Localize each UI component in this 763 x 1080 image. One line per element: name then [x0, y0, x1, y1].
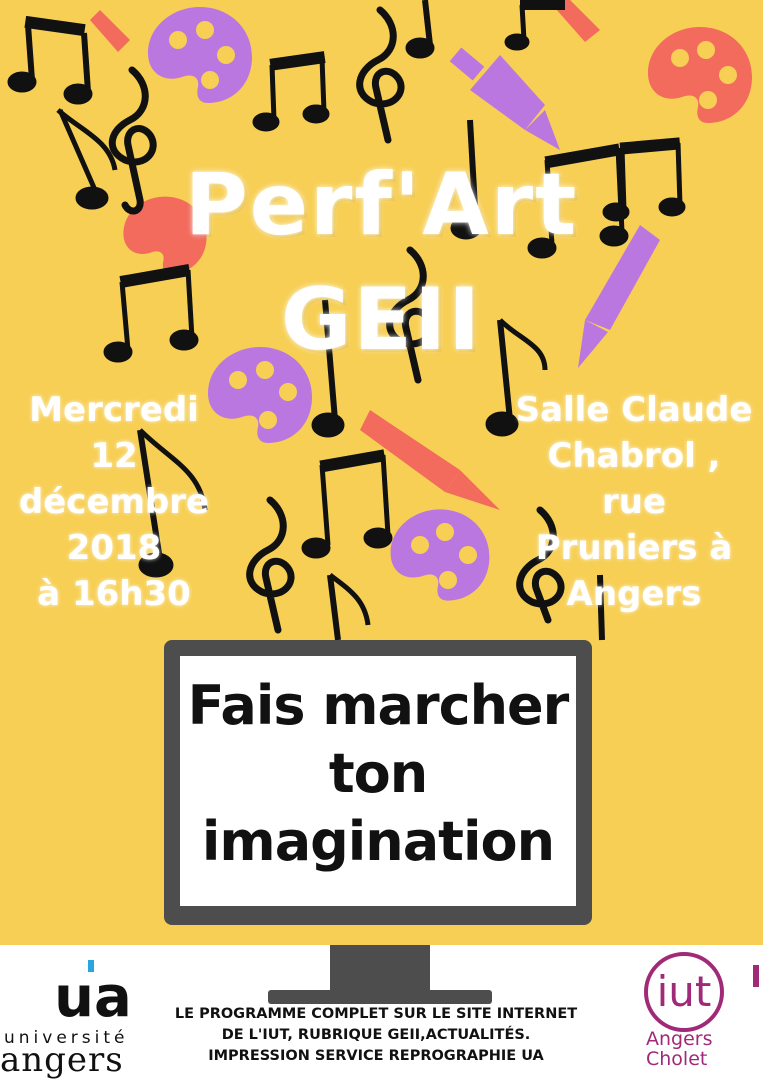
treble-clef-icon: [246, 496, 295, 634]
edge-mark: [753, 965, 759, 987]
iut-wordmark-line1: Angers: [646, 1028, 713, 1050]
event-date: Mercredi 12 décembre 2018 à 16h30: [0, 387, 228, 617]
paint-palette-icon: [390, 509, 490, 601]
date-line: 12: [90, 436, 138, 476]
location-line: Pruniers à: [535, 528, 733, 568]
paint-palette-icon: [148, 7, 252, 103]
event-title-line2: GEII: [280, 270, 483, 370]
date-line: Mercredi: [29, 390, 199, 430]
footer-info-line: IMPRESSION SERVICE REPROGRAPHIE UA: [208, 1048, 544, 1064]
ua-wordmark-line2: angers: [0, 1040, 124, 1080]
location-line: rue: [601, 482, 667, 522]
slogan-line: imagination: [201, 810, 555, 873]
monitor-stand: [330, 945, 430, 995]
music-note-icon: [7, 15, 93, 105]
event-location: Salle Claude Chabrol , rue Pruniers à An…: [505, 387, 763, 617]
treble-clef-icon: [356, 6, 405, 144]
music-note-icon: [504, 0, 565, 51]
slogan: Fais marcher ton imagination: [180, 672, 576, 876]
footer-info-line: DE L'IUT, RUBRIQUE GEII,ACTUALITÉS.: [221, 1027, 531, 1043]
monitor-stand-base: [268, 990, 492, 1004]
iut-mark-text: iut: [657, 967, 712, 1016]
music-note-icon: [252, 51, 330, 132]
music-note-icon: [301, 449, 393, 559]
date-line: 2018: [66, 528, 162, 568]
date-line: décembre: [18, 482, 210, 522]
slogan-line: ton: [328, 742, 428, 805]
location-line: Salle Claude: [515, 390, 753, 430]
poster: Perf'Art GEII Mercredi 12 décembre 2018 …: [0, 0, 763, 945]
location-line: Angers: [566, 574, 702, 614]
paint-palette-icon: [648, 27, 752, 123]
footer-info-line: LE PROGRAMME COMPLET SUR LE SITE INTERNE…: [174, 1006, 578, 1022]
ua-mark-text: ua: [54, 965, 132, 1024]
paintbrush-icon: [449, 47, 560, 150]
event-title-line1: Perf'Art: [184, 155, 579, 255]
location-line: Chabrol ,: [547, 436, 721, 476]
iut-wordmark-line2: Cholet: [646, 1048, 708, 1070]
universite-angers-logo-icon: ua: [54, 960, 132, 1024]
footer-info: LE PROGRAMME COMPLET SUR LE SITE INTERNE…: [150, 1004, 602, 1067]
slogan-line: Fais marcher: [187, 674, 570, 737]
date-line: à 16h30: [37, 574, 191, 614]
